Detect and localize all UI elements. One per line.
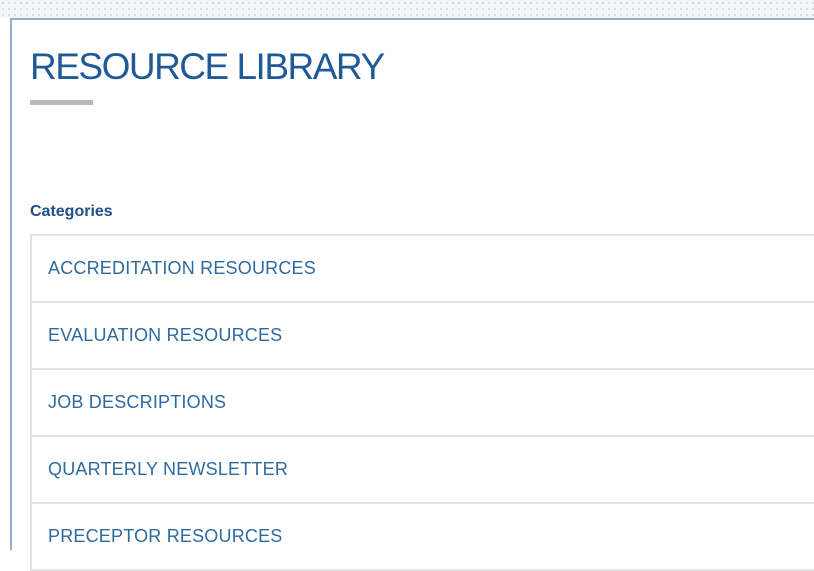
category-item-accreditation-resources[interactable]: ACCREDITATION RESOURCES [32,236,814,303]
category-item-quarterly-newsletter[interactable]: QUARTERLY NEWSLETTER [32,437,814,504]
page-title: RESOURCE LIBRARY [30,46,385,87]
category-link[interactable]: PRECEPTOR RESOURCES [48,526,283,547]
category-item-job-descriptions[interactable]: JOB DESCRIPTIONS [32,370,814,437]
category-link[interactable]: EVALUATION RESOURCES [48,325,282,346]
category-item-evaluation-resources[interactable]: EVALUATION RESOURCES [32,303,814,370]
title-underline [30,100,93,105]
category-link[interactable]: QUARTERLY NEWSLETTER [48,459,288,480]
top-pattern-strip [0,0,814,18]
category-list: ACCREDITATION RESOURCES EVALUATION RESOU… [30,234,814,571]
category-link[interactable]: ACCREDITATION RESOURCES [48,258,316,279]
category-link[interactable]: JOB DESCRIPTIONS [48,392,226,413]
categories-heading: Categories [30,203,113,220]
category-item-preceptor-resources[interactable]: PRECEPTOR RESOURCES [32,504,814,571]
content-panel: RESOURCE LIBRARY Categories ACCREDITATIO… [10,18,814,571]
